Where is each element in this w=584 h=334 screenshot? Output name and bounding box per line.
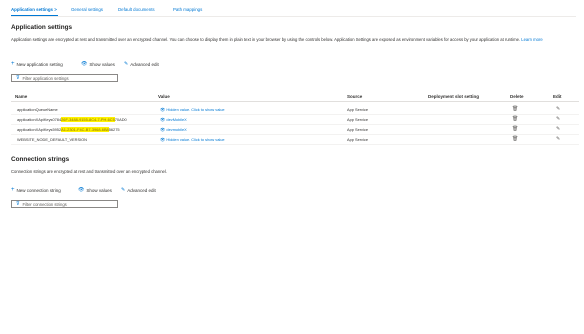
learn-more-link[interactable]: Learn more: [521, 37, 542, 42]
filter-placeholder: Filter application settings: [22, 75, 69, 81]
setting-name: applicationXApiKeys078426F-3488-9155-8C4…: [17, 117, 127, 122]
button-label: Advanced edit: [130, 61, 159, 67]
plus-icon: +: [11, 61, 15, 67]
table-header-divider: [11, 101, 579, 102]
new-connection-string-button[interactable]: + New connection string: [11, 187, 61, 193]
setting-name: applicationXApiKeys5952A1-2301-F4C-B7-39…: [17, 127, 120, 132]
pencil-icon: ✎: [121, 187, 126, 193]
eye-icon: 👁: [160, 107, 166, 112]
eye-icon: 👁: [78, 187, 85, 193]
pencil-icon: ✎: [124, 61, 129, 67]
table-row: WEBSITE_NODE_DEFAULT_VERSION 👁 Hidden va…: [11, 135, 579, 145]
tab-general-settings[interactable]: General settings: [71, 7, 103, 12]
button-label: Show values: [86, 187, 112, 193]
description-text: Application settings are encrypted at re…: [11, 37, 521, 42]
column-header-source[interactable]: Source: [347, 94, 362, 99]
tab-label: Application settings: [11, 7, 53, 12]
setting-source: App Service: [347, 117, 368, 122]
tab-path-mappings[interactable]: Path mappings: [173, 7, 202, 12]
show-values-button[interactable]: 👁 Show values: [81, 61, 115, 67]
trash-icon[interactable]: 🗑: [512, 136, 518, 142]
pencil-icon[interactable]: ✎: [556, 126, 560, 132]
eye-icon: 👁: [160, 117, 166, 122]
button-label: New connection string: [16, 187, 61, 193]
connection-strings-description: Connection strings are encrypted at rest…: [11, 169, 167, 174]
table-row: applicationXApiKeys5952A1-2301-F4C-B7-39…: [11, 125, 579, 135]
tabs-divider: [11, 16, 576, 17]
eye-icon: 👁: [160, 137, 166, 142]
filter-icon: ⊽: [16, 201, 20, 207]
application-settings-description: Application settings are encrypted at re…: [11, 37, 577, 43]
pencil-icon[interactable]: ✎: [556, 106, 560, 112]
tab-application-settings[interactable]: Application settings >: [11, 7, 57, 12]
filter-connection-strings-input[interactable]: ⊽ Filter connection strings: [11, 200, 118, 208]
pencil-icon[interactable]: ✎: [556, 116, 560, 122]
trash-icon[interactable]: 🗑: [512, 116, 518, 122]
setting-source: App Service: [347, 137, 368, 142]
setting-source: App Service: [347, 127, 368, 132]
setting-value[interactable]: 👁 devmobileX: [160, 127, 187, 133]
button-label: New application setting: [16, 61, 63, 67]
tab-separator: >: [54, 7, 57, 12]
column-header-deployment-slot-setting[interactable]: Deployment slot setting: [428, 94, 479, 99]
eye-icon: 👁: [160, 127, 166, 132]
setting-source: App Service: [347, 107, 368, 112]
table-row: applicationXApiKeys078426F-3488-9155-8C4…: [11, 115, 579, 125]
trash-icon[interactable]: 🗑: [512, 126, 518, 132]
table-row: applicationQueueName 👁 Hidden value. Cli…: [11, 105, 579, 115]
setting-value[interactable]: 👁 Hidden value. Click to show value: [160, 107, 225, 113]
application-settings-title: Application settings: [11, 24, 73, 31]
column-header-name[interactable]: Name: [15, 94, 27, 99]
filter-icon: ⊽: [16, 75, 20, 81]
plus-icon: +: [11, 187, 15, 193]
advanced-edit-button[interactable]: ✎ Advanced edit: [121, 187, 156, 193]
pencil-icon[interactable]: ✎: [556, 136, 560, 142]
show-values-button[interactable]: 👁 Show values: [78, 187, 112, 193]
new-application-setting-button[interactable]: + New application setting: [11, 61, 63, 67]
filter-application-settings-input[interactable]: ⊽ Filter application settings: [11, 74, 118, 82]
connection-strings-title: Connection strings: [11, 156, 70, 163]
redacted-highlight: A1-2301-F4C-B7-3968-6B8: [61, 127, 109, 132]
redacted-highlight: 26F-3488-9155-8C4-7-PH-6C5: [61, 117, 115, 122]
setting-value[interactable]: 👁 devMobileX: [160, 117, 187, 123]
advanced-edit-button[interactable]: ✎ Advanced edit: [124, 61, 159, 67]
column-header-edit: Edit: [553, 94, 562, 99]
setting-name: WEBSITE_NODE_DEFAULT_VERSION: [17, 137, 87, 142]
column-header-value[interactable]: Value: [158, 94, 170, 99]
filter-placeholder: Filter connection strings: [22, 201, 67, 207]
column-header-delete: Delete: [510, 94, 524, 99]
eye-icon: 👁: [81, 61, 88, 67]
button-label: Show values: [89, 61, 115, 67]
tab-default-documents[interactable]: Default documents: [118, 7, 155, 12]
setting-value[interactable]: 👁 Hidden value. Click to show value: [160, 137, 225, 143]
trash-icon[interactable]: 🗑: [512, 106, 518, 112]
setting-name: applicationQueueName: [17, 107, 58, 112]
button-label: Advanced edit: [127, 187, 156, 193]
